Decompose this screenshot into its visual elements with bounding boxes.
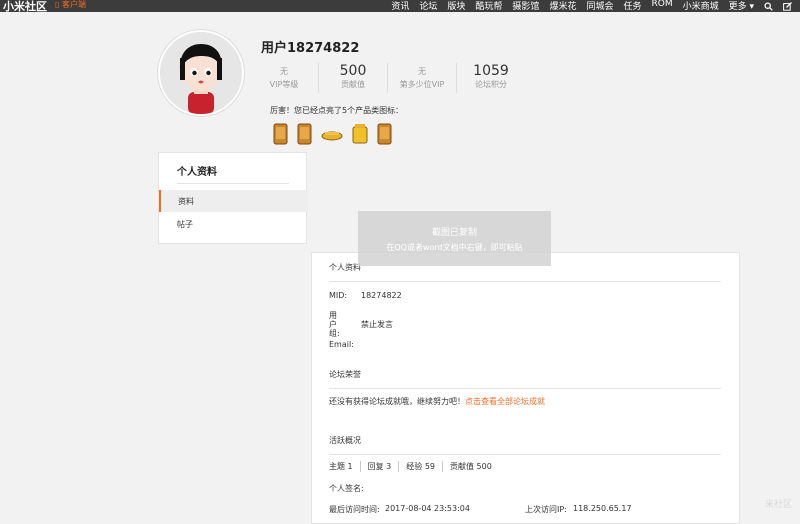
user-group-label: 用户组: xyxy=(329,311,340,338)
watermark: 米社区 xyxy=(764,500,792,510)
phone-product-icon[interactable] xyxy=(377,123,392,145)
stat-label: 第多少位VIP xyxy=(399,80,445,89)
profile-stats: 无 VIP等级 500 贡献值 无 第多少位VIP 1059 论坛积分 xyxy=(250,63,525,93)
stat-label: 贡献值 xyxy=(341,80,365,89)
stat-vip-level: 无 VIP等级 xyxy=(250,63,319,93)
nav-tasks[interactable]: 任务 xyxy=(623,0,641,12)
last-visit-value: 2017-08-04 23:53:04 xyxy=(385,504,470,513)
search-icon[interactable] xyxy=(764,2,773,11)
section-title-profile: 个人资料 xyxy=(329,263,361,272)
sidebar-divider xyxy=(177,183,289,184)
sidebar: 个人资料 资料 帖子 xyxy=(158,152,308,244)
screenshot-copied-toast: 截图已复制 在QQ或者word文档中右键，即可粘贴 xyxy=(358,211,551,266)
nav-kuwanbang[interactable]: 酷玩帮 xyxy=(475,0,502,12)
activity-experience: 经验 59 xyxy=(399,461,444,472)
nav-local[interactable]: 同城会 xyxy=(586,0,613,12)
product-icons-caption: 厉害！您已经点亮了5个产品类图标： xyxy=(270,106,404,115)
nav-photo[interactable]: 摄影馆 xyxy=(512,0,539,12)
stat-value: 无 xyxy=(280,67,288,76)
section-title-activity: 活跃概况 xyxy=(329,436,361,445)
activity-contribution: 贡献值 500 xyxy=(450,462,492,471)
last-visit-label: 最后访问时间: xyxy=(329,505,380,514)
product-icons-row xyxy=(273,123,392,145)
edit-icon[interactable] xyxy=(783,2,792,11)
stat-value: 1059 xyxy=(473,63,509,79)
stat-vip-rank: 无 第多少位VIP xyxy=(388,63,457,93)
stat-value: 无 xyxy=(418,67,426,76)
signature-label: 个人签名: xyxy=(329,484,364,493)
divider xyxy=(329,388,721,389)
toast-hint: 在QQ或者word文档中右键，即可粘贴 xyxy=(386,243,523,252)
nav-rom[interactable]: ROM xyxy=(651,0,672,12)
username: 用户18274822 xyxy=(261,41,360,56)
mid-value: 18274822 xyxy=(361,291,402,300)
activity-replies: 回复 3 xyxy=(361,461,400,472)
profile-details-panel: 个人资料 MID: 18274822 用户组: 禁止发言 Email: 论坛荣誉… xyxy=(311,252,740,524)
divider xyxy=(329,281,721,282)
client-badge[interactable]: ▯ 客户端 xyxy=(55,0,86,10)
stat-label: 论坛积分 xyxy=(475,80,507,89)
last-ip-label: 上次访问IP: xyxy=(525,505,567,514)
toast-title: 截图已复制 xyxy=(431,228,477,238)
nav-mall[interactable]: 小米商城 xyxy=(683,0,719,12)
user-group-value: 禁止发言 xyxy=(361,320,393,329)
stat-contribution: 500 贡献值 xyxy=(319,63,388,93)
box-product-icon[interactable] xyxy=(352,123,368,145)
router-product-icon[interactable] xyxy=(321,123,343,145)
main-nav: 资讯 论坛 版块 酷玩帮 摄影馆 爆米花 同城会 任务 ROM 小米商城 更多 … xyxy=(391,0,792,12)
nav-more[interactable]: 更多 ▾ xyxy=(729,0,754,12)
avatar[interactable] xyxy=(158,30,244,116)
nav-news[interactable]: 资讯 xyxy=(391,0,409,12)
sidebar-item-label: 资料 xyxy=(178,197,194,206)
phone-product-icon[interactable] xyxy=(297,123,312,145)
stat-label: VIP等级 xyxy=(269,80,299,89)
avatar-cartoon-image xyxy=(160,32,242,114)
top-navigation-bar: 小米社区 ▯ 客户端 资讯 论坛 版块 酷玩帮 摄影馆 爆米花 同城会 任务 R… xyxy=(0,0,800,14)
activity-topics: 主题 1 xyxy=(329,461,361,472)
honor-message: 还没有获得论坛成就哦，继续努力吧！ xyxy=(329,397,465,406)
view-all-achievements-link[interactable]: 点击查看全部论坛成就 xyxy=(465,397,545,406)
mid-label: MID: xyxy=(329,291,348,300)
last-ip-value: 118.250.65.17 xyxy=(573,504,632,513)
sidebar-item-profile[interactable]: 资料 xyxy=(159,190,308,212)
activity-stats: 主题 1 回复 3 经验 59 贡献值 500 xyxy=(329,461,499,472)
stat-forum-points: 1059 论坛积分 xyxy=(457,63,525,93)
sidebar-item-posts[interactable]: 帖子 xyxy=(177,219,193,230)
stat-value: 500 xyxy=(339,63,367,79)
sidebar-title: 个人资料 xyxy=(177,167,217,178)
nav-forum[interactable]: 论坛 xyxy=(419,0,437,12)
phone-product-icon[interactable] xyxy=(273,123,288,145)
nav-popcorn[interactable]: 爆米花 xyxy=(549,0,576,12)
honor-text: 还没有获得论坛成就哦，继续努力吧！点击查看全部论坛成就 xyxy=(329,396,545,407)
email-label: Email: xyxy=(329,340,354,349)
divider xyxy=(329,454,721,455)
site-logo[interactable]: 小米社区 xyxy=(3,0,47,14)
nav-boards[interactable]: 版块 xyxy=(447,0,465,12)
section-title-honor: 论坛荣誉 xyxy=(329,370,361,379)
